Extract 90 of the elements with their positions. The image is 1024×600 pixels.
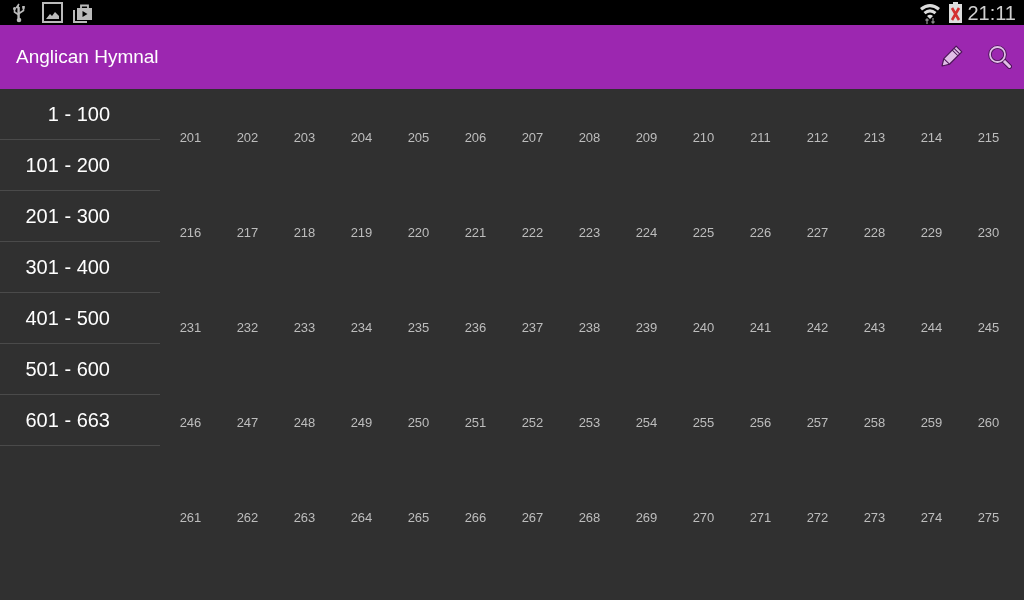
hymn-number[interactable]: 203: [293, 129, 316, 147]
picture-icon: [42, 2, 63, 23]
hymn-number[interactable]: 259: [920, 414, 943, 432]
hymn-number[interactable]: 222: [521, 224, 544, 242]
hymn-number[interactable]: 258: [863, 414, 886, 432]
range-item[interactable]: 1 - 100: [0, 89, 160, 140]
hymn-number[interactable]: 232: [236, 319, 259, 337]
hymn-number[interactable]: 227: [806, 224, 829, 242]
hymn-number[interactable]: 270: [692, 509, 715, 527]
hymn-number[interactable]: 225: [692, 224, 715, 242]
search-button[interactable]: [988, 45, 1012, 69]
usb-icon: [12, 2, 26, 23]
hymn-number[interactable]: 265: [407, 509, 430, 527]
hymn-number[interactable]: 271: [749, 509, 772, 527]
range-item[interactable]: 601 - 663: [0, 395, 160, 446]
hymn-number[interactable]: 220: [407, 224, 430, 242]
hymn-number[interactable]: 204: [350, 129, 373, 147]
hymn-number[interactable]: 253: [578, 414, 601, 432]
hymn-number[interactable]: 266: [464, 509, 487, 527]
hymn-number[interactable]: 202: [236, 129, 259, 147]
hymn-number[interactable]: 229: [920, 224, 943, 242]
range-item[interactable]: 501 - 600: [0, 344, 160, 395]
hymn-number[interactable]: 208: [578, 129, 601, 147]
hymn-number[interactable]: 250: [407, 414, 430, 432]
app-title: Anglican Hymnal: [16, 44, 159, 69]
hymn-number[interactable]: 238: [578, 319, 601, 337]
hymn-number[interactable]: 257: [806, 414, 829, 432]
wifi-icon: [919, 1, 942, 24]
hymn-number[interactable]: 263: [293, 509, 316, 527]
range-item[interactable]: 401 - 500: [0, 293, 160, 344]
hymn-number[interactable]: 242: [806, 319, 829, 337]
hymn-number[interactable]: 275: [977, 509, 1000, 527]
hymn-number[interactable]: 239: [635, 319, 658, 337]
hymn-number[interactable]: 231: [179, 319, 202, 337]
hymn-number[interactable]: 218: [293, 224, 316, 242]
hymn-number[interactable]: 209: [635, 129, 658, 147]
range-item[interactable]: 101 - 200: [0, 140, 160, 191]
hymn-number[interactable]: 224: [635, 224, 658, 242]
hymn-number[interactable]: 201: [179, 129, 202, 147]
hymn-number[interactable]: 260: [977, 414, 1000, 432]
hymn-number[interactable]: 235: [407, 319, 430, 337]
hymn-number[interactable]: 261: [179, 509, 202, 527]
hymn-number[interactable]: 254: [635, 414, 658, 432]
hymn-number[interactable]: 214: [920, 129, 943, 147]
hymn-number[interactable]: 246: [179, 414, 202, 432]
hymn-number[interactable]: 205: [407, 129, 430, 147]
hymn-number[interactable]: 273: [863, 509, 886, 527]
hymn-number[interactable]: 221: [464, 224, 487, 242]
hymn-number[interactable]: 247: [236, 414, 259, 432]
hymn-number[interactable]: 228: [863, 224, 886, 242]
hymn-number[interactable]: 210: [692, 129, 715, 147]
hymn-number[interactable]: 226: [749, 224, 772, 242]
hymn-number[interactable]: 262: [236, 509, 259, 527]
battery-warning-icon: [949, 2, 963, 23]
hymn-number[interactable]: 241: [749, 319, 772, 337]
hymn-number[interactable]: 236: [464, 319, 487, 337]
hymn-number[interactable]: 274: [920, 509, 943, 527]
hymn-number[interactable]: 256: [749, 414, 772, 432]
hymn-number[interactable]: 223: [578, 224, 601, 242]
hymn-number[interactable]: 264: [350, 509, 373, 527]
hymn-number[interactable]: 219: [350, 224, 373, 242]
hymn-number[interactable]: 207: [521, 129, 544, 147]
range-item[interactable]: 201 - 300: [0, 191, 160, 242]
clock-time: 21:11: [967, 1, 1016, 24]
hymn-number[interactable]: 267: [521, 509, 544, 527]
hymn-number[interactable]: 245: [977, 319, 1000, 337]
hymn-number[interactable]: 272: [806, 509, 829, 527]
hymn-number[interactable]: 234: [350, 319, 373, 337]
range-item[interactable]: 301 - 400: [0, 242, 160, 293]
hymn-number[interactable]: 233: [293, 319, 316, 337]
hymn-number[interactable]: 255: [692, 414, 715, 432]
hymn-number[interactable]: 252: [521, 414, 544, 432]
hymn-number[interactable]: 243: [863, 319, 886, 337]
search-icon: [988, 45, 1012, 69]
hymn-number[interactable]: 217: [236, 224, 259, 242]
hymn-number[interactable]: 249: [350, 414, 373, 432]
hymn-number[interactable]: 215: [977, 129, 1000, 147]
hymn-number[interactable]: 212: [806, 129, 829, 147]
hymn-number[interactable]: 248: [293, 414, 316, 432]
hymn-number[interactable]: 251: [464, 414, 487, 432]
hymn-number[interactable]: 237: [521, 319, 544, 337]
hymn-number[interactable]: 211: [750, 129, 771, 147]
hymn-number[interactable]: 268: [578, 509, 601, 527]
hymn-number[interactable]: 230: [977, 224, 1000, 242]
hymn-number[interactable]: 216: [179, 224, 202, 242]
hymn-number[interactable]: 269: [635, 509, 658, 527]
hymn-number[interactable]: 213: [863, 129, 886, 147]
hymn-number[interactable]: 206: [464, 129, 487, 147]
hymn-number[interactable]: 240: [692, 319, 715, 337]
hymn-number[interactable]: 244: [920, 319, 943, 337]
